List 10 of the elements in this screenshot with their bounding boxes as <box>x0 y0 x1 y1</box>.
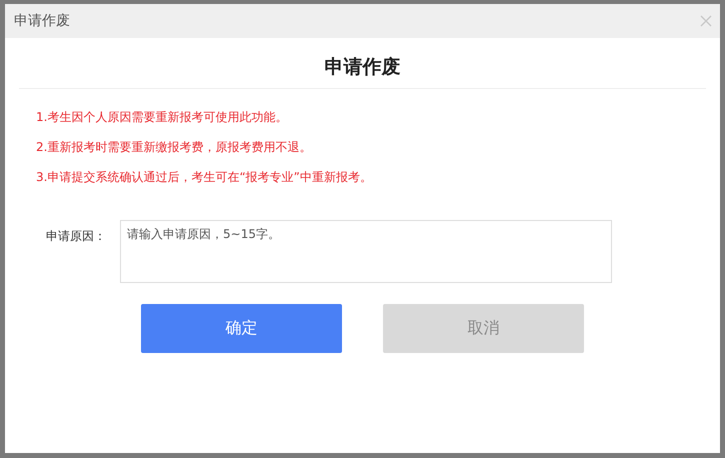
notice-text: 2.重新报考时需要重新缴报考费，原报考费用不退。 <box>36 139 312 156</box>
notice-text: 1.考生因个人原因需要重新报考可使用此功能。 <box>36 109 288 126</box>
notice-text: 3.申请提交系统确认通过后，考生可在“报考专业”中重新报考。 <box>36 169 373 186</box>
reason-field[interactable]: 请输入申请原因，5~15字。 <box>120 220 612 283</box>
close-icon[interactable] <box>700 15 712 27</box>
dialog-heading: 申请作废 <box>324 55 402 80</box>
reason-label: 申请原因： <box>45 228 107 245</box>
cancel-button[interactable]: 取消 <box>383 304 584 353</box>
confirm-button[interactable]: 确定 <box>141 304 342 353</box>
window-title: 申请作废 <box>14 12 70 30</box>
